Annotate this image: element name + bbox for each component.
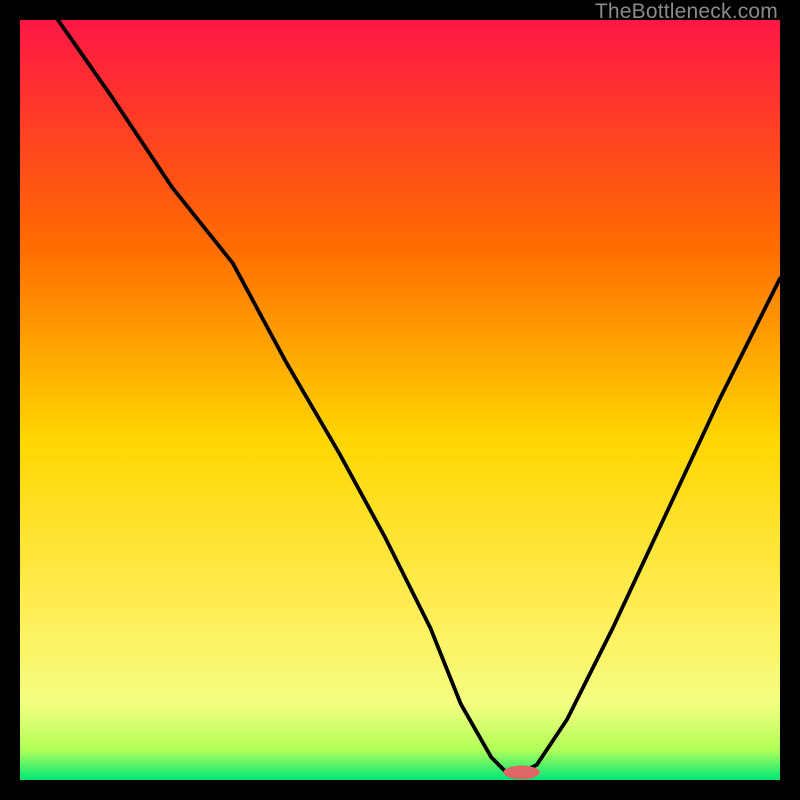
plot-area (20, 20, 780, 780)
curve-layer (20, 20, 780, 780)
optimal-marker (503, 766, 539, 780)
chart-frame: TheBottleneck.com (0, 0, 800, 800)
bottleneck-curve (58, 20, 780, 772)
